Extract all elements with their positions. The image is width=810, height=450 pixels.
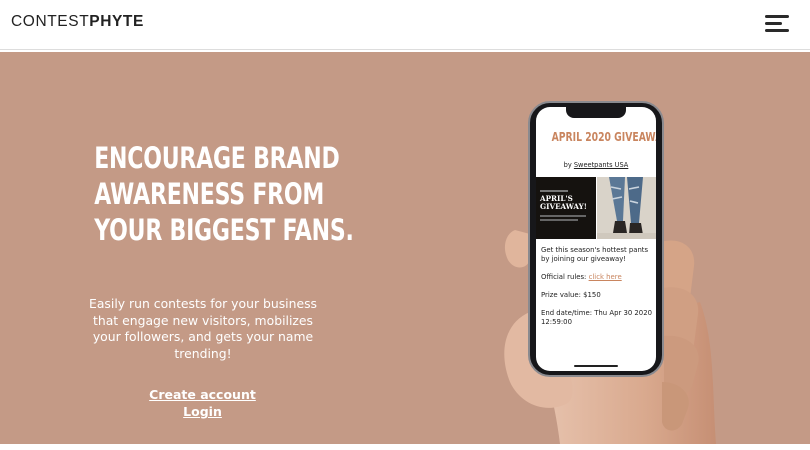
byline-prefix: by (563, 161, 572, 169)
promo-graphic: APRIL'S GIVEAWAY! (536, 177, 596, 239)
logo-bold-text: PHYTE (89, 13, 144, 30)
promo-title: APRIL'S GIVEAWAY! (540, 194, 587, 211)
rules-label: Official rules: (541, 273, 587, 281)
top-navigation-bar: CONTESTPHYTE (0, 0, 810, 50)
giveaway-byline: by Sweetpants USA (536, 161, 656, 169)
hand-illustration (504, 230, 716, 444)
rules-link[interactable]: click here (589, 273, 622, 281)
logo-light-text: CONTEST (11, 13, 90, 30)
end-date: End date/time: Thu Apr 30 2020 12:59:00 (541, 309, 652, 327)
home-indicator (574, 365, 618, 367)
giveaway-title: APRIL 2020 GIVEAWAY (551, 129, 656, 144)
giveaway-description: Get this season's hottest pants by joini… (541, 246, 649, 264)
hero-section: ENCOURAGE BRAND AWARENESS FROM YOUR BIGG… (0, 52, 810, 444)
official-rules-row: Official rules: click here (541, 273, 655, 282)
phone-mockup: APRIL 2020 GIVEAWAY by Sweetpants USA AP… (528, 101, 664, 377)
prize-value: Prize value: $150 (541, 291, 601, 299)
jeans-photo (597, 177, 656, 239)
hamburger-menu-icon[interactable] (765, 15, 789, 33)
contestphyte-logo[interactable]: CONTESTPHYTE (11, 13, 144, 31)
phone-screen: APRIL 2020 GIVEAWAY by Sweetpants USA AP… (536, 107, 656, 371)
brand-link[interactable]: Sweetpants USA (574, 161, 628, 169)
jeans-image (597, 177, 656, 239)
page-footer-strip (0, 444, 810, 450)
phone-notch (566, 107, 626, 118)
